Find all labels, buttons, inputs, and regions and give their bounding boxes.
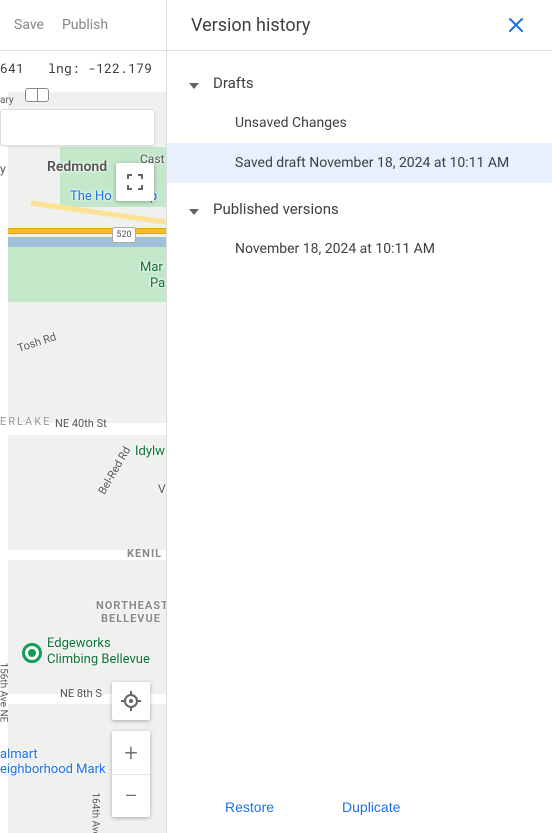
version-item-published[interactable]: November 18, 2024 at 10:11 AM [167, 229, 552, 269]
transit-icon [25, 88, 49, 102]
map-label-store: almart [0, 747, 38, 762]
map-label-idylwood: Idylw [135, 444, 165, 459]
section-toggle-drafts[interactable]: Drafts [167, 63, 552, 103]
publish-button[interactable]: Publish [62, 17, 108, 33]
map-label-poi: Climbing Bellevue [47, 652, 150, 667]
search-input[interactable] [0, 109, 155, 146]
coordinates-readout: 641 lng: -122.179 [0, 59, 152, 77]
fullscreen-icon [126, 173, 144, 191]
map-label-road: NE 40th St [55, 417, 107, 430]
panel-title: Version history [191, 15, 310, 36]
restore-button[interactable]: Restore [215, 791, 284, 823]
map-canvas[interactable]: 520 ary Redmond Cast y The Ho ep Mar Pa … [0, 92, 166, 833]
fullscreen-button[interactable] [116, 163, 154, 201]
chevron-down-icon [189, 74, 199, 93]
panel-body: Drafts Unsaved Changes Saved draft Novem… [167, 51, 552, 781]
zoom-out-button[interactable]: − [112, 774, 150, 817]
map-label-store: eighborhood Mark [0, 762, 106, 777]
version-history-panel: Version history Drafts Unsaved Changes S… [166, 0, 552, 833]
map-label-hood: ERLAKE [0, 415, 51, 428]
map-label: V [158, 482, 166, 496]
section-toggle-published[interactable]: Published versions [167, 189, 552, 229]
map-label-road: Bel-Red Rd [96, 444, 134, 496]
version-item-unsaved[interactable]: Unsaved Changes [167, 103, 552, 143]
map-label-road: NE 8th S [60, 687, 102, 700]
highway-shield: 520 [112, 227, 136, 243]
duplicate-button[interactable]: Duplicate [332, 791, 410, 823]
close-icon [508, 17, 524, 33]
chevron-down-icon [189, 200, 199, 219]
poi-marker[interactable] [22, 643, 42, 663]
map-label-redmond: Redmond [47, 159, 107, 175]
map-label: y [0, 162, 6, 176]
map-label-road: 164th Ave NE [90, 793, 101, 833]
zoom-in-button[interactable]: + [112, 731, 150, 774]
my-location-button[interactable] [112, 682, 150, 720]
save-button[interactable]: Save [14, 17, 44, 33]
map-label-hood: NORTHEAST [96, 599, 166, 612]
panel-header: Version history [167, 0, 552, 51]
version-item-saved-draft[interactable]: Saved draft November 18, 2024 at 10:11 A… [167, 143, 552, 183]
panel-footer: Restore Duplicate [167, 781, 552, 833]
section-label: Drafts [213, 74, 254, 92]
top-toolbar: Save Publish [0, 0, 166, 51]
map-label-hood: KENIL [127, 547, 162, 560]
map-label: Pa [150, 276, 165, 291]
map-label-hood: BELLEVUE [101, 612, 161, 625]
map-label-road: Tosh Rd [16, 330, 58, 355]
zoom-control: + − [112, 731, 150, 817]
map-label-homedepot: The Ho [70, 189, 112, 204]
map-label-poi: Edgeworks [47, 636, 111, 651]
map-label: ary [0, 95, 14, 106]
section-label: Published versions [213, 200, 339, 218]
map-label-marymoor: Mar [140, 260, 163, 275]
close-button[interactable] [504, 13, 528, 37]
crosshair-icon [121, 691, 141, 711]
map-label-road: 156th Ave NE [0, 663, 9, 723]
